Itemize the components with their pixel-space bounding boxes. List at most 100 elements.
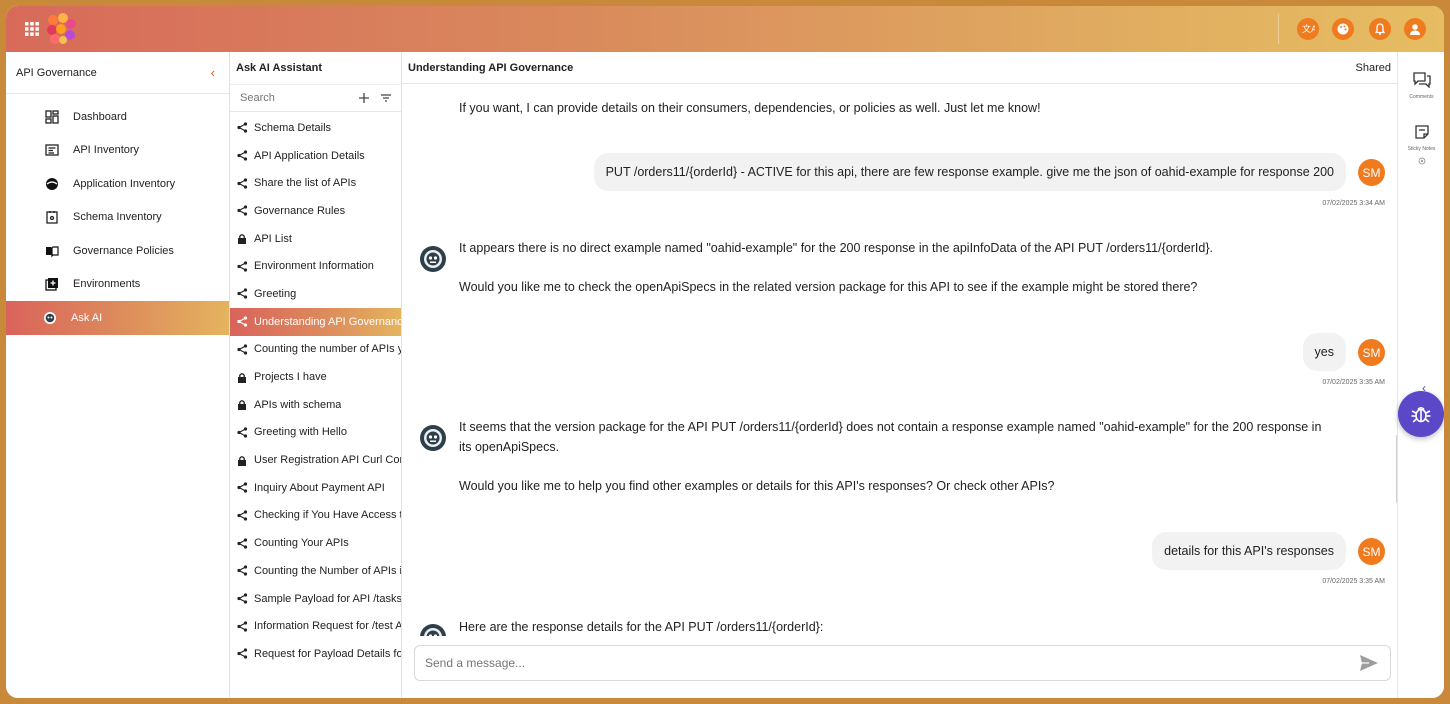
dashboard-icon <box>44 109 60 125</box>
conversation-item[interactable]: Schema Details <box>230 114 401 142</box>
comments-label: Comments <box>1409 94 1434 100</box>
assistant-message: its openApiSpecs. <box>459 440 560 454</box>
message-timestamp: 07/02/2025 3:34 AM <box>1322 200 1385 207</box>
app-logo[interactable] <box>44 12 78 46</box>
collapse-icon[interactable]: ‹ <box>211 65 215 80</box>
nav-item-governance-policies[interactable]: Governance Policies <box>6 234 229 268</box>
message-input[interactable] <box>425 656 1358 670</box>
book-icon <box>44 243 60 259</box>
assistant-message: Here are the response details for the AP… <box>459 620 824 634</box>
lock-icon <box>236 454 248 466</box>
nav-item-ask-ai[interactable]: Ask AI <box>6 301 229 335</box>
conversation-item[interactable]: Environment Information <box>230 252 401 280</box>
send-icon[interactable] <box>1358 652 1380 674</box>
conversation-item[interactable]: Request for Payload Details fo <box>230 640 401 668</box>
conversation-item[interactable]: API Application Details <box>230 142 401 170</box>
conversation-item-label: Projects I have <box>254 371 327 384</box>
search-input[interactable] <box>240 92 350 104</box>
conversation-item-label: Sample Payload for API /tasks <box>254 592 401 605</box>
conversation-item-label: Counting Your APIs <box>254 537 349 550</box>
conversation-item-label: Governance Rules <box>254 204 346 217</box>
nav-item-environments[interactable]: Environments <box>6 268 229 302</box>
sticky-notes-label: Sticky Notes <box>1407 146 1436 152</box>
share-icon <box>236 343 248 355</box>
conversation-item-label: Greeting <box>254 287 297 300</box>
comments-icon <box>1412 72 1431 91</box>
message-timestamp: 07/02/2025 3:35 AM <box>1322 379 1385 386</box>
share-icon <box>236 260 248 272</box>
user-icon[interactable] <box>1404 18 1426 40</box>
add-note-icon[interactable] <box>1418 154 1426 168</box>
nav-item-label: Application Inventory <box>73 177 176 190</box>
bell-icon[interactable] <box>1369 18 1391 40</box>
conversation-item-label: Counting the Number of APIs i <box>254 564 401 577</box>
shared-badge[interactable]: Shared <box>1356 62 1391 74</box>
conversation-item[interactable]: Greeting <box>230 280 401 308</box>
share-icon <box>236 426 248 438</box>
conversation-item-label: User Registration API Curl Cor <box>254 454 401 467</box>
nav-item-application-inventory[interactable]: Application Inventory <box>6 167 229 201</box>
assistant-message: It appears there is no direct example na… <box>459 241 1213 255</box>
user-message: PUT /orders11/{orderId} - ACTIVE for thi… <box>593 153 1346 191</box>
message-timestamp: 07/02/2025 3:35 AM <box>1322 578 1385 585</box>
share-icon <box>236 288 248 300</box>
app-window: 文A API Governance ‹ Dashboard API Invent… <box>6 6 1444 698</box>
conversation-item[interactable]: Inquiry About Payment API <box>230 474 401 502</box>
conversation-item-label: Greeting with Hello <box>254 426 347 439</box>
conversation-item[interactable]: Projects I have <box>230 363 401 391</box>
sticky-notes-button[interactable]: Sticky Notes <box>1398 124 1444 168</box>
share-icon <box>236 482 248 494</box>
conversation-item[interactable]: Share the list of APIs <box>230 169 401 197</box>
nav-item-schema-inventory[interactable]: Schema Inventory <box>6 201 229 235</box>
assistant-message: It seems that the version package for th… <box>459 420 1322 434</box>
conversation-item-label: Inquiry About Payment API <box>254 481 385 494</box>
conversation-item[interactable]: Counting the Number of APIs i <box>230 557 401 585</box>
conversation-item[interactable]: Sample Payload for API /tasks <box>230 585 401 613</box>
share-icon <box>236 537 248 549</box>
left-nav: API Governance ‹ Dashboard API Inventory… <box>6 52 230 698</box>
conversation-item-label: Understanding API Governance <box>254 315 401 328</box>
conversation-item[interactable]: Information Request for /test A <box>230 612 401 640</box>
conversation-item[interactable]: Governance Rules <box>230 197 401 225</box>
add-conversation-icon[interactable] <box>356 90 372 106</box>
robot-icon <box>42 310 58 326</box>
filter-icon[interactable] <box>378 90 394 106</box>
conversation-item-label: API Application Details <box>254 149 365 162</box>
share-icon <box>236 565 248 577</box>
nav-item-label: API Inventory <box>73 144 140 157</box>
nav-item-dashboard[interactable]: Dashboard <box>6 100 229 134</box>
assistant-message: Would you like me to help you find other… <box>459 479 1055 493</box>
apps-grid-icon[interactable] <box>24 21 40 37</box>
top-bar: 文A <box>6 6 1444 52</box>
message-composer <box>414 645 1391 681</box>
conversation-item[interactable]: Understanding API Governance <box>230 307 401 336</box>
user-message: yes <box>1302 333 1346 371</box>
translate-icon[interactable]: 文A <box>1297 18 1319 40</box>
divider <box>1278 14 1279 44</box>
nav-header: API Governance ‹ <box>6 52 229 94</box>
conversation-item[interactable]: Counting Your APIs <box>230 529 401 557</box>
nav-item-api-inventory[interactable]: API Inventory <box>6 134 229 168</box>
share-icon <box>236 620 248 632</box>
conversation-item-label: APIs with schema <box>254 398 342 411</box>
conversation-panel-title: Ask AI Assistant <box>236 62 322 74</box>
lock-icon <box>236 371 248 383</box>
conversation-item-label: Request for Payload Details fo <box>254 647 401 660</box>
sticky-notes-icon <box>1414 124 1430 143</box>
conversation-item-label: API List <box>254 232 292 245</box>
palette-icon[interactable] <box>1332 18 1354 40</box>
user-message: details for this API's responses <box>1152 532 1346 570</box>
comments-button[interactable]: Comments <box>1398 72 1444 100</box>
conversation-item[interactable]: API List <box>230 225 401 253</box>
conversation-list: Schema Details API Application Details Sha… <box>230 112 401 668</box>
conversation-item[interactable]: User Registration API Curl Cor <box>230 446 401 474</box>
conversation-item[interactable]: APIs with schema <box>230 391 401 419</box>
share-icon <box>236 593 248 605</box>
bug-report-icon[interactable] <box>1398 391 1444 437</box>
chat-header: Understanding API Governance Shared <box>402 52 1397 84</box>
conversation-item[interactable]: Counting the number of APIs y <box>230 336 401 364</box>
svg-text:文A: 文A <box>1302 23 1315 35</box>
conversation-item[interactable]: Greeting with Hello <box>230 419 401 447</box>
assistant-avatar <box>420 425 446 451</box>
conversation-item[interactable]: Checking if You Have Access t <box>230 502 401 530</box>
